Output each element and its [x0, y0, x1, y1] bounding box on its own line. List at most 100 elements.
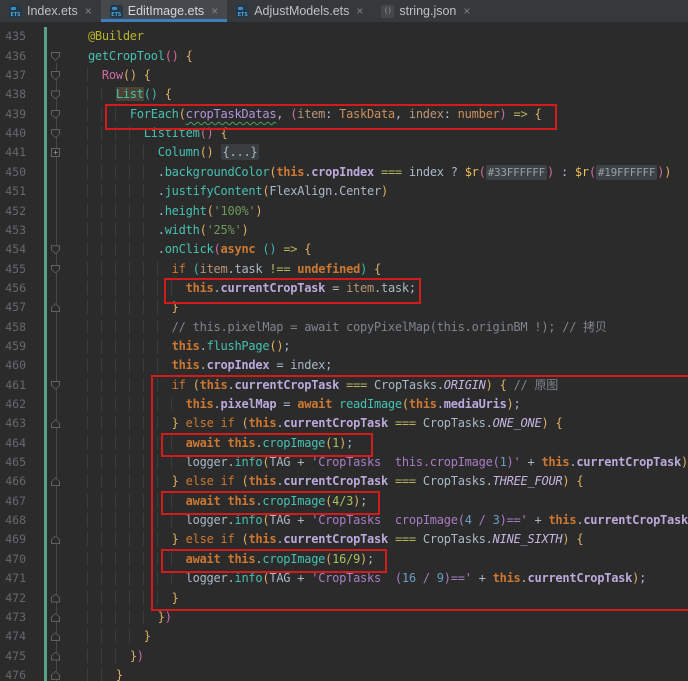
tab-adjustmodels-ets[interactable]: AdjustModels.ets× — [227, 0, 372, 22]
code-line-463[interactable]: 463 } else if (this.currentCropTask === … — [0, 414, 688, 433]
code-line-454[interactable]: 454 .onClick(async () => { — [0, 240, 688, 259]
indent-guide — [74, 107, 88, 121]
code-line-470[interactable]: 470 await this.cropImage(16/9); — [0, 550, 688, 569]
token: ) — [381, 184, 388, 198]
code-line-469[interactable]: 469 } else if (this.currentCropTask === … — [0, 530, 688, 549]
code-text: } else if (this.currentCropTask === Crop… — [74, 530, 583, 549]
code-line-472[interactable]: 472 } — [0, 589, 688, 608]
token: item — [346, 281, 374, 295]
token: } — [144, 629, 151, 643]
token: ? — [444, 165, 465, 179]
fold-collapse-icon[interactable] — [51, 110, 61, 120]
code-line-462[interactable]: 462 this.pixelMap = await readImage(this… — [0, 395, 688, 414]
fold-end-icon[interactable] — [51, 477, 61, 487]
fold-collapse-icon[interactable] — [51, 245, 61, 255]
code-line-466[interactable]: 466 } else if (this.currentCropTask === … — [0, 472, 688, 491]
fold-end-icon[interactable] — [51, 303, 61, 313]
fold-end-icon[interactable] — [51, 652, 61, 662]
code-line-452[interactable]: 452 .height('100%') — [0, 202, 688, 221]
indent-guide — [129, 397, 144, 411]
fold-collapse-icon[interactable] — [51, 129, 61, 139]
code-line-435[interactable]: 435 @Builder — [0, 27, 688, 46]
indent-guide — [157, 436, 172, 450]
token: . — [486, 416, 493, 430]
code-line-473[interactable]: 473 }) — [0, 608, 688, 627]
code-line-438[interactable]: 438 List() { — [0, 85, 688, 104]
token: , — [395, 107, 409, 121]
indent-guide — [129, 610, 144, 624]
code-editor[interactable]: 434435 @Builder436 getCropTool() {437 Ro… — [0, 23, 688, 681]
tab-close-icon[interactable]: × — [463, 5, 470, 17]
code-line-461[interactable]: 461 if (this.currentCropTask === CropTas… — [0, 376, 688, 395]
indent-guide — [101, 242, 116, 256]
token: logger — [186, 571, 228, 585]
indent-guide — [87, 668, 102, 681]
indent-guide — [74, 29, 88, 43]
code-line-453[interactable]: 453 .width('25%') — [0, 221, 688, 240]
fold-collapse-icon[interactable] — [51, 265, 61, 275]
code-line-457[interactable]: 457 } — [0, 298, 688, 317]
indent-guide — [101, 513, 116, 527]
token: = — [325, 281, 346, 295]
indent-guide — [157, 320, 172, 334]
indent-guide — [101, 339, 116, 353]
code-text: @Builder — [74, 27, 144, 46]
code-text: } else if (this.currentCropTask === Crop… — [74, 472, 583, 491]
indent-guide — [157, 378, 172, 392]
fold-collapse-icon[interactable] — [51, 90, 61, 100]
code-line-475[interactable]: 475 }) — [0, 647, 688, 666]
fold-expand-icon[interactable]: + — [51, 148, 61, 158]
fold-end-icon[interactable] — [51, 419, 61, 429]
fold-end-icon[interactable] — [51, 613, 61, 623]
indent-guide — [87, 552, 102, 566]
fold-collapse-icon[interactable] — [51, 71, 61, 81]
indent-guide — [143, 474, 158, 488]
fold-end-icon[interactable] — [51, 632, 61, 642]
fold-end-icon[interactable] — [51, 535, 61, 545]
indent-guide — [87, 610, 102, 624]
token: . — [200, 358, 207, 372]
indent-guide — [143, 204, 158, 218]
code-line-451[interactable]: 451 .justifyContent(FlexAlign.Center) — [0, 182, 688, 201]
code-line-440[interactable]: 440 ListItem() { — [0, 124, 688, 143]
fold-collapse-icon[interactable] — [51, 381, 61, 391]
tab-close-icon[interactable]: × — [356, 5, 363, 17]
tab-index-ets[interactable]: Index.ets× — [0, 0, 101, 22]
code-line-471[interactable]: 471 logger.info(TAG + 'CropTasks (16 / 9… — [0, 569, 688, 588]
code-line-465[interactable]: 465 logger.info(TAG + 'CropTasks this.cr… — [0, 453, 688, 472]
code-line-459[interactable]: 459 this.flushPage(); — [0, 337, 688, 356]
token: ; — [367, 552, 374, 566]
code-line-476[interactable]: 476 } — [0, 666, 688, 681]
indent-guide — [143, 455, 158, 469]
fold-end-icon[interactable] — [51, 671, 61, 681]
line-number: 451 — [0, 182, 26, 201]
code-line-436[interactable]: 436 getCropTool() { — [0, 47, 688, 66]
indent-guide — [87, 378, 102, 392]
token: ) — [137, 649, 144, 663]
code-line-474[interactable]: 474 } — [0, 627, 688, 646]
tab-editimage-ets[interactable]: EditImage.ets× — [101, 0, 227, 22]
token: . — [521, 571, 528, 585]
code-line-467[interactable]: 467 await this.cropImage(4/3); — [0, 492, 688, 511]
code-line-437[interactable]: 437 Row() { — [0, 66, 688, 85]
tab-close-icon[interactable]: × — [211, 5, 218, 17]
code-line-460[interactable]: 460 this.cropIndex = index; — [0, 356, 688, 375]
fold-end-icon[interactable] — [51, 594, 61, 604]
tab-string-json[interactable]: string.json× — [372, 0, 479, 22]
code-line-439[interactable]: 439 ForEach(cropTaskDatas, (item: TaskDa… — [0, 105, 688, 124]
code-line-456[interactable]: 456 this.currentCropTask = item.task; — [0, 279, 688, 298]
line-number: 461 — [0, 376, 26, 395]
code-line-455[interactable]: 455 if (item.task !== undefined) { — [0, 260, 688, 279]
code-line-468[interactable]: 468 logger.info(TAG + 'CropTasks cropIma… — [0, 511, 688, 530]
code-line-450[interactable]: 450 .backgroundColor(this.cropIndex === … — [0, 163, 688, 182]
token: ; — [283, 339, 290, 353]
code-line-458[interactable]: 458 // this.pixelMap = await copyPixelMa… — [0, 318, 688, 337]
code-text: if (item.task !== undefined) { — [74, 260, 381, 279]
token: : — [554, 165, 575, 179]
fold-collapse-icon[interactable] — [51, 52, 61, 62]
code-line-441[interactable]: 441+ Column() {...} — [0, 143, 688, 162]
token — [374, 165, 381, 179]
tab-close-icon[interactable]: × — [85, 5, 92, 17]
code-line-464[interactable]: 464 await this.cropImage(1); — [0, 434, 688, 453]
indent-guide — [101, 532, 116, 546]
